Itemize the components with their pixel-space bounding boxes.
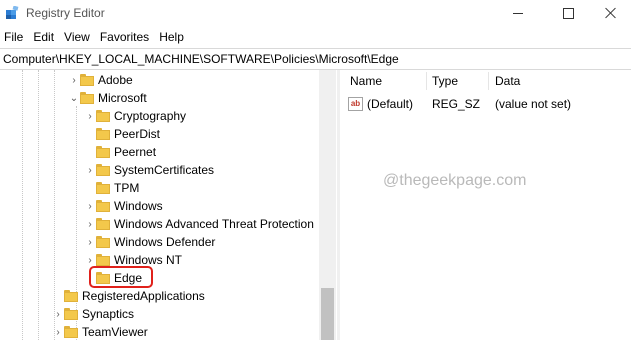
- tree-item-peerdist[interactable]: PeerDist: [84, 125, 160, 143]
- window-title: Registry Editor: [26, 6, 105, 20]
- minimize-button[interactable]: [495, 0, 541, 26]
- string-value-icon: ab: [348, 97, 363, 111]
- tree-item-systemcertificates[interactable]: › SystemCertificates: [84, 161, 214, 179]
- tree-item-label: Cryptography: [114, 109, 187, 123]
- column-divider[interactable]: [488, 72, 489, 90]
- chevron-right-icon[interactable]: ›: [52, 323, 64, 340]
- key-tree: › Adobe ⌄ Microsoft › Cryptography PeerD…: [0, 70, 336, 340]
- chevron-right-icon[interactable]: ›: [68, 71, 80, 89]
- tree-item-label: Windows NT: [114, 253, 183, 267]
- chevron-right-icon[interactable]: ›: [84, 215, 96, 233]
- menu-help[interactable]: Help: [155, 28, 190, 46]
- maximize-button[interactable]: [545, 0, 591, 26]
- value-row[interactable]: ab (Default) REG_SZ (value not set): [340, 95, 631, 113]
- folder-icon: [96, 236, 110, 248]
- maximize-icon: [562, 7, 574, 19]
- tree-item-teamviewer[interactable]: › TeamViewer: [52, 323, 148, 340]
- close-button[interactable]: [588, 0, 631, 26]
- menu-file[interactable]: File: [0, 28, 29, 46]
- folder-icon: [64, 308, 78, 320]
- tree-item-label: Windows: [114, 199, 163, 213]
- chevron-right-icon[interactable]: ›: [84, 107, 96, 125]
- folder-icon: [80, 92, 94, 104]
- tree-item-label: SystemCertificates: [114, 163, 215, 177]
- tree-item-registeredapplications[interactable]: RegisteredApplications: [52, 287, 205, 305]
- folder-icon: [96, 110, 110, 122]
- tree-item-label: Adobe: [98, 73, 133, 87]
- tree-item-windows-defender[interactable]: › Windows Defender: [84, 233, 215, 251]
- tree-item-label: Microsoft: [98, 91, 147, 105]
- folder-icon: [96, 164, 110, 176]
- edge-highlight-box: [89, 266, 153, 288]
- folder-icon: [80, 74, 94, 86]
- tree-item-windows[interactable]: › Windows: [84, 197, 163, 215]
- chevron-right-icon[interactable]: ›: [84, 161, 96, 179]
- column-header-data[interactable]: Data: [490, 70, 520, 92]
- folder-icon: [96, 182, 110, 194]
- chevron-right-icon[interactable]: ›: [84, 233, 96, 251]
- tree-item-cryptography[interactable]: › Cryptography: [84, 107, 186, 125]
- menu-edit[interactable]: Edit: [29, 28, 60, 46]
- folder-icon: [64, 290, 78, 302]
- folder-icon: [96, 128, 110, 140]
- title-bar: Registry Editor: [0, 0, 631, 26]
- tree-item-label: TPM: [114, 181, 140, 195]
- menu-bar: File Edit View Favorites Help: [0, 28, 190, 46]
- tree-item-label: Peernet: [114, 145, 157, 159]
- registry-editor-icon: [6, 6, 19, 19]
- folder-icon: [96, 218, 110, 230]
- values-list: Name Type Data ab (Default) REG_SZ (valu…: [340, 70, 631, 340]
- tree-item-peernet[interactable]: Peernet: [84, 143, 156, 161]
- menu-favorites[interactable]: Favorites: [96, 28, 155, 46]
- minimize-icon: [513, 12, 523, 14]
- tree-item-label: RegisteredApplications: [82, 289, 205, 303]
- value-type: REG_SZ: [432, 97, 481, 111]
- folder-icon: [96, 200, 110, 212]
- address-path: Computer\HKEY_LOCAL_MACHINE\SOFTWARE\Pol…: [3, 52, 399, 66]
- value-data: (value not set): [495, 97, 572, 111]
- tree-guide-line: [38, 70, 39, 340]
- tree-scrollbar[interactable]: [319, 70, 336, 340]
- chevron-down-icon[interactable]: ⌄: [68, 89, 80, 107]
- tree-item-windows-advanced-threat-protection[interactable]: › Windows Advanced Threat Protection: [84, 215, 314, 233]
- chevron-right-icon[interactable]: ›: [52, 305, 64, 323]
- folder-icon: [96, 146, 110, 158]
- tree-item-microsoft[interactable]: ⌄ Microsoft: [68, 89, 147, 107]
- tree-item-adobe[interactable]: › Adobe: [68, 71, 133, 89]
- column-header-type[interactable]: Type: [427, 70, 458, 92]
- tree-guide-line: [22, 70, 23, 340]
- tree-item-label: Windows Defender: [114, 235, 216, 249]
- value-name: (Default): [367, 97, 414, 111]
- tree-item-label: TeamViewer: [82, 325, 148, 339]
- address-bar[interactable]: Computer\HKEY_LOCAL_MACHINE\SOFTWARE\Pol…: [0, 48, 631, 70]
- scrollbar-thumb[interactable]: [321, 288, 334, 340]
- chevron-right-icon[interactable]: ›: [84, 197, 96, 215]
- column-header-name[interactable]: Name: [345, 70, 382, 92]
- menu-view[interactable]: View: [60, 28, 96, 46]
- watermark-text: @thegeekpage.com: [383, 172, 527, 189]
- tree-item-label: Windows Advanced Threat Protection: [114, 217, 314, 231]
- close-icon: [605, 7, 617, 19]
- tree-item-synaptics[interactable]: › Synaptics: [52, 305, 134, 323]
- tree-item-label: Synaptics: [82, 307, 135, 321]
- tree-item-tpm[interactable]: TPM: [84, 179, 139, 197]
- folder-icon: [96, 254, 110, 266]
- tree-item-label: PeerDist: [114, 127, 161, 141]
- folder-icon: [64, 326, 78, 338]
